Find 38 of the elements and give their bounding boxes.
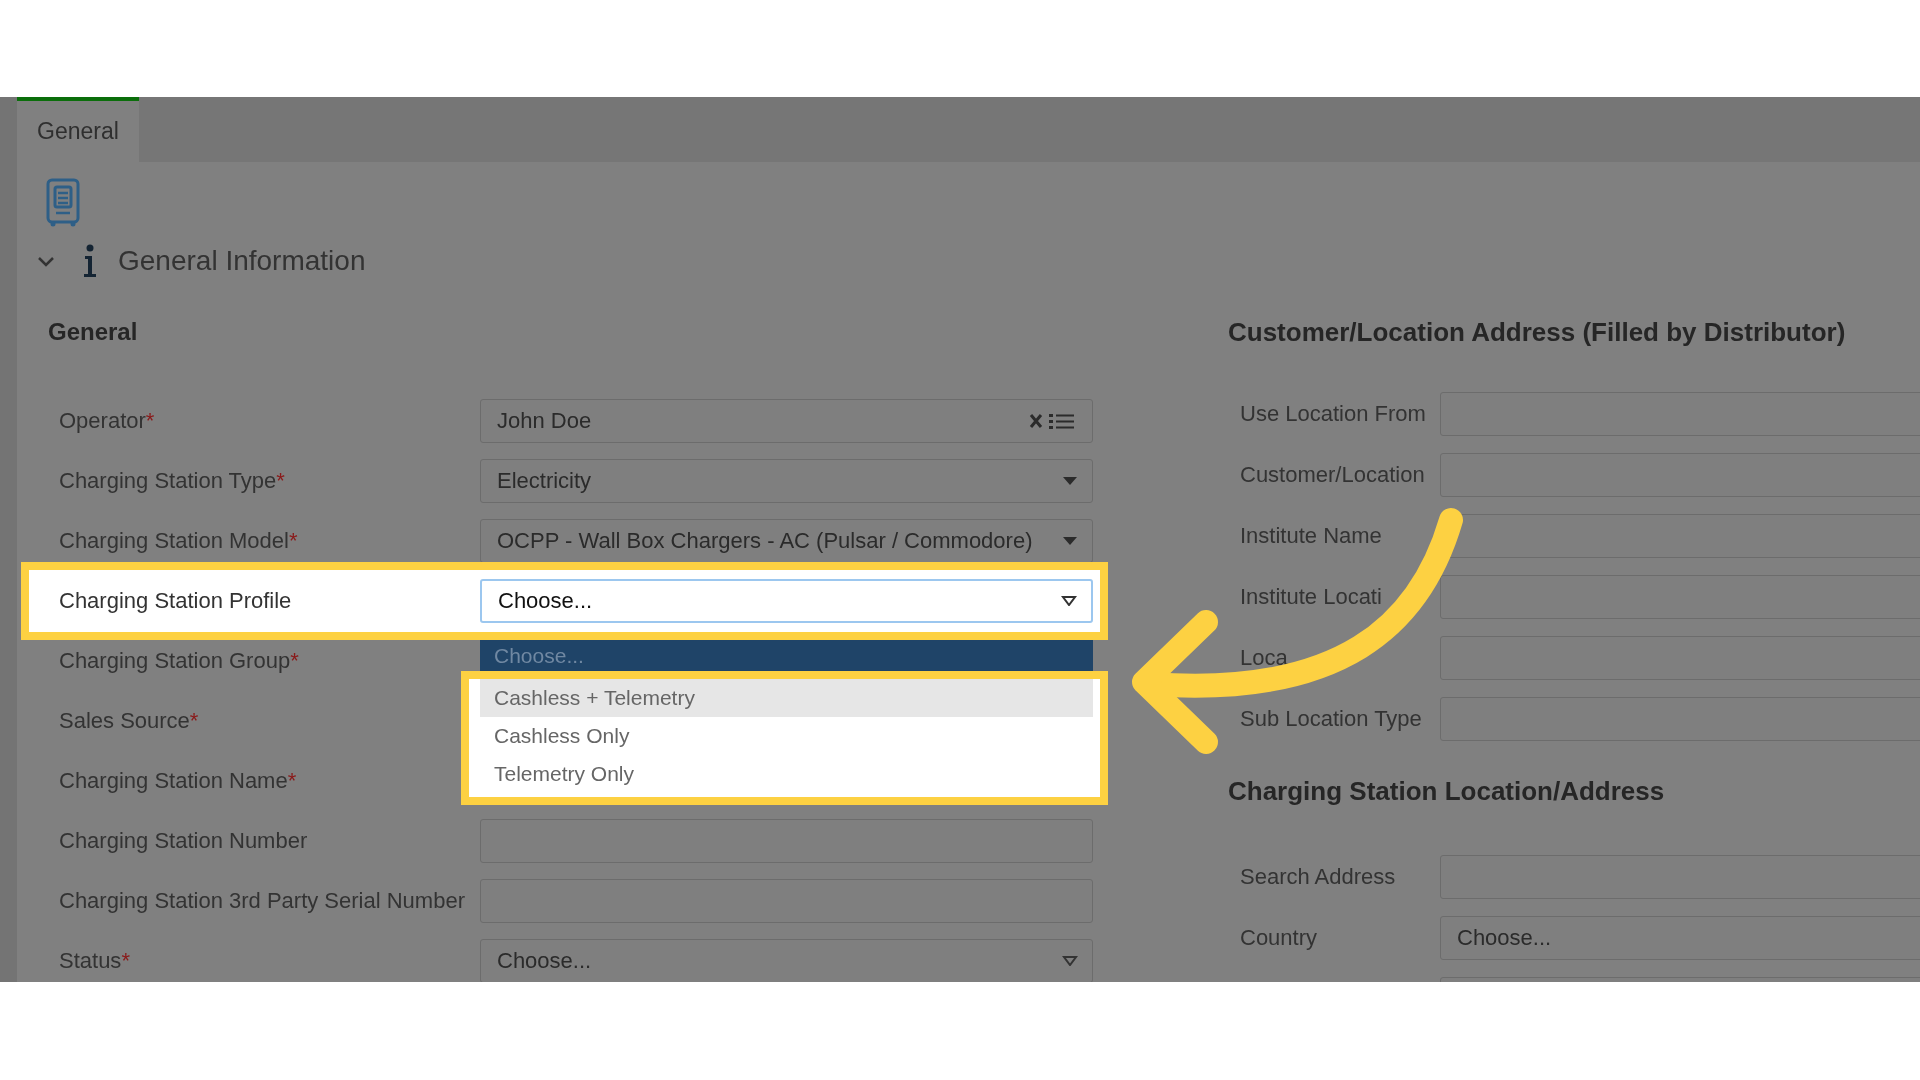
field-label: Operator* — [59, 408, 156, 434]
tab[interactable]: General — [17, 97, 139, 162]
field-label: Charging Station Model* — [59, 528, 299, 554]
input-field[interactable]: Choose... — [1440, 915, 1920, 960]
field-label: Institute Name — [1240, 524, 1383, 547]
select-field[interactable]: Electricity — [480, 459, 1093, 503]
select-field[interactable]: OCPP - Wall Box Chargers - AC (Pulsar / Commodore) — [480, 519, 1093, 563]
field-label: Loca — [1240, 646, 1289, 669]
field-label: Customer/Location — [1240, 463, 1426, 486]
select-field[interactable]: Choose... — [480, 939, 1093, 982]
section-title: General Information — [118, 245, 366, 277]
dropdown-option[interactable]: Choose... — [480, 640, 1093, 671]
group-heading: Charging Station Location/Address — [1228, 775, 1666, 808]
field-label: Charging Station Group* — [59, 648, 300, 674]
info-icon — [82, 244, 98, 278]
field-label: Sub Location Type — [1240, 707, 1423, 730]
field-label: Charging Station Type* — [59, 468, 286, 494]
lookup-field[interactable]: John Doe — [480, 399, 1093, 443]
field-label: Charging Station Profile — [59, 588, 293, 614]
caret-icon — [1062, 476, 1078, 486]
field-label: Search Address — [1240, 865, 1397, 888]
group-heading: General — [48, 317, 139, 347]
field-label: Sales Source* — [59, 708, 200, 734]
document-icon — [45, 178, 81, 228]
field-label: Charging Station Name* — [59, 768, 298, 794]
caret-icon — [1061, 596, 1077, 606]
field-label: Use Location From — [1240, 402, 1427, 425]
field-label: Charging Station Number — [59, 828, 309, 854]
caret-icon — [1062, 536, 1078, 546]
chevron-icon[interactable] — [37, 255, 55, 267]
field-label: Country — [1240, 926, 1319, 949]
field-label: Institute Locati — [1240, 585, 1383, 608]
caret-icon — [1062, 956, 1078, 966]
group-heading: Customer/Location Address (Filled by Distributor) — [1228, 316, 1847, 349]
field-label: Status* — [59, 948, 131, 974]
field-label: Charging Station 3rd Party Serial Number — [59, 888, 466, 914]
select-field[interactable]: Choose... — [480, 579, 1093, 623]
dropdown-option[interactable]: Cashless + Telemetry — [480, 679, 1093, 717]
